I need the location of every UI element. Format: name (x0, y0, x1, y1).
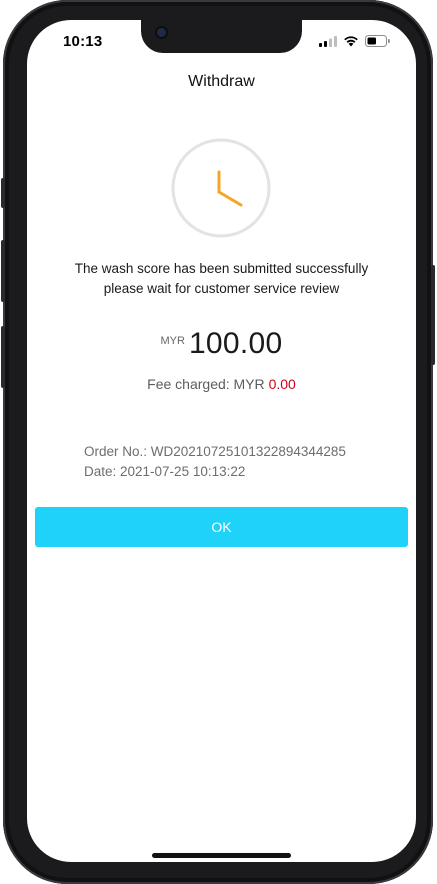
phone-frame: 10:13 Withdraw The wash score has been s… (1, 0, 435, 884)
home-indicator[interactable] (152, 853, 291, 858)
status-message: The wash score has been submitted succes… (37, 259, 406, 299)
status-time: 10:13 (63, 33, 103, 50)
volume-up-button (1, 240, 5, 302)
app-screen: 10:13 Withdraw The wash score has been s… (27, 20, 416, 862)
signal-icon (319, 35, 337, 47)
clock-icon (171, 138, 271, 238)
status-message-line-2: please wait for customer service review (103, 281, 340, 296)
amount-currency: MYR (160, 335, 185, 347)
order-number: Order No.: WD20210725101322894344285 (84, 444, 346, 459)
wifi-icon (344, 36, 358, 47)
volume-down-button (1, 326, 5, 388)
amount-value: 100.00 (188, 327, 283, 360)
fee-value: 0.00 (268, 376, 296, 392)
ok-button[interactable]: OK (35, 507, 408, 547)
status-message-line-1: The wash score has been submitted succes… (74, 261, 369, 276)
power-button (431, 265, 435, 365)
order-date: Date: 2021-07-25 10:13:22 (84, 464, 246, 479)
front-camera-icon (157, 28, 166, 37)
fee-label: Fee charged: MYR (147, 376, 265, 392)
mute-switch (1, 178, 5, 208)
status-icons (319, 35, 390, 47)
page-title: Withdraw (188, 73, 255, 90)
withdraw-amount: MYR 100.00 (27, 327, 416, 361)
order-details: Order No.: WD20210725101322894344285 Dat… (84, 442, 346, 482)
fee-charged: Fee charged: MYR 0.00 (27, 376, 416, 392)
battery-icon (365, 35, 390, 47)
notch (141, 20, 302, 53)
